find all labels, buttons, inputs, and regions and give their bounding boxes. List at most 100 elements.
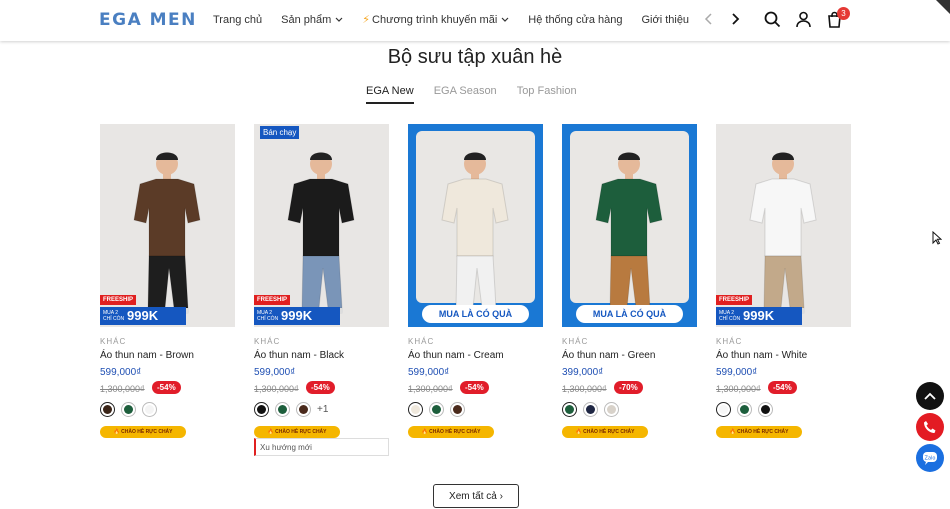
promo-tag: FREESHIP MUA 2 CHỈ CÒN 999K [100,295,186,327]
product-image[interactable]: Bán chạy FREESHIP MUA 2 CHỈ CÒN 999K [254,124,389,327]
swatch-color [432,405,441,414]
nav-item-about[interactable]: Giới thiệu [641,13,689,26]
color-swatch[interactable] [121,402,136,417]
summer-sale-badge: 🔥 CHÀO HÈ RỰC CHÁY [100,426,186,438]
nav-scroll-arrows [704,12,740,26]
product-price: 599,000₫ [100,367,142,378]
nav-item-products[interactable]: Sản phẩm [281,13,343,26]
nav-item-home[interactable]: Trang chủ [213,13,262,26]
corner-ribbon [936,0,950,14]
color-swatch[interactable] [716,402,731,417]
product-name[interactable]: Áo thun nam - Green [562,350,655,361]
discount-badge: -70% [614,381,643,394]
product-name[interactable]: Áo thun nam - Brown [100,350,194,361]
product-price: 599,000₫ [408,367,450,378]
promo-price: 999K [743,308,775,323]
nav-label: Giới thiệu [641,13,690,26]
promo-small-text: MUA 2 CHỈ CÒN [257,310,279,322]
tab-top-fashion[interactable]: Top Fashion [517,85,577,104]
color-swatches [716,402,773,417]
product-image[interactable]: FREESHIP MUA 2 CHỈ CÒN 999K [716,124,851,327]
color-swatch[interactable] [583,402,598,417]
promo-price: 999K [281,308,313,323]
swatch-color [607,405,616,414]
color-swatch[interactable] [254,402,269,417]
site-header: EGA MEN Trang chủ Sản phẩm ⚡ Chương trình… [0,0,950,41]
color-swatch[interactable] [275,402,290,417]
swatch-color [453,405,462,414]
sale-badge-text: CHÀO HÈ RỰC CHÁY [275,429,327,435]
promo-price-box: MUA 2 CHỈ CÒN 999K [716,307,802,325]
tab-ega-season[interactable]: EGA Season [434,85,497,104]
product-image[interactable]: FREESHIP MUA 2 CHỈ CÒN 999K [100,124,235,327]
freeship-label: FREESHIP [254,295,291,305]
color-swatch[interactable] [604,402,619,417]
discount-badge: -54% [768,381,797,394]
color-swatch[interactable] [296,402,311,417]
back-to-top-button[interactable] [916,382,944,410]
sale-badge-text: CHÀO HÈ RỰC CHÁY [121,429,173,435]
user-icon[interactable] [795,11,812,28]
chevron-down-icon [335,17,343,22]
color-swatch[interactable] [737,402,752,417]
product-name[interactable]: Áo thun nam - White [716,350,807,361]
color-swatch[interactable] [758,402,773,417]
color-swatches: +1 [254,402,328,417]
zalo-chat-button[interactable]: Zalo [916,444,944,472]
product-brand: KHÁC [100,337,127,346]
product-photo [595,152,663,314]
nav-label: Trang chủ [213,13,263,26]
phone-icon [924,421,936,433]
see-all-label: Xem tất cả [449,491,497,502]
gift-banner: MUA LÀ CÓ QUÀ [422,305,529,323]
promo-price: 999K [127,308,159,323]
trend-tag: Xu hướng mới [254,438,389,456]
product-name[interactable]: Áo thun nam - Black [254,350,344,361]
color-swatch[interactable] [429,402,444,417]
chevron-right-icon[interactable] [730,12,740,26]
header-actions: 3 [764,7,850,33]
color-swatch[interactable] [100,402,115,417]
swatch-color [761,405,770,414]
product-price: 399,000₫ [562,367,604,378]
promo-price-box: MUA 2 CHỈ CÒN 999K [254,307,340,325]
swatch-color [411,405,420,414]
nav-label: Sản phẩm [281,13,332,26]
nav-item-stores[interactable]: Hệ thống cửa hàng [528,13,622,26]
product-price: 599,000₫ [254,367,296,378]
color-swatch[interactable] [408,402,423,417]
original-price: 1,300,000₫ [254,384,299,394]
gift-banner: MUA LÀ CÓ QUÀ [576,305,683,323]
summer-sale-badge: 🔥 CHÀO HÈ RỰC CHÁY [562,426,648,438]
more-colors[interactable]: +1 [317,404,328,415]
product-image[interactable]: MUA LÀ CÓ QUÀ [408,124,543,327]
chevron-left-icon[interactable] [704,12,714,26]
nav-item-promotions[interactable]: ⚡ Chương trình khuyến mãi [362,13,509,26]
color-swatch[interactable] [562,402,577,417]
phone-call-button[interactable] [916,413,944,441]
product-name[interactable]: Áo thun nam - Cream [408,350,504,361]
color-swatch[interactable] [142,402,157,417]
original-price: 1,300,000₫ [562,384,607,394]
site-logo[interactable]: EGA MEN [99,10,197,30]
see-all-button[interactable]: Xem tất cả › [433,484,519,508]
swatch-color [124,405,133,414]
summer-sale-badge: 🔥 CHÀO HÈ RỰC CHÁY [254,426,340,438]
swatch-color [103,405,112,414]
promo-small-text: MUA 2 CHỈ CÒN [103,310,125,322]
tab-ega-new[interactable]: EGA New [366,85,414,104]
chevron-down-icon [501,17,509,22]
chevron-up-icon [924,392,936,400]
cart-button[interactable]: 3 [826,7,850,33]
search-icon[interactable] [764,11,781,28]
collection-tabs: EGA New EGA Season Top Fashion [366,85,577,104]
promo-price-box: MUA 2 CHỈ CÒN 999K [100,307,186,325]
lightning-icon: ⚡ [362,14,371,26]
color-swatch[interactable] [450,402,465,417]
product-price: 599,000₫ [716,367,758,378]
original-price: 1,300,000₫ [100,384,145,394]
cart-count-badge: 3 [837,7,850,20]
product-image[interactable]: MUA LÀ CÓ QUÀ [562,124,697,327]
color-swatches [100,402,157,417]
summer-sale-badge: 🔥 CHÀO HÈ RỰC CHÁY [716,426,802,438]
